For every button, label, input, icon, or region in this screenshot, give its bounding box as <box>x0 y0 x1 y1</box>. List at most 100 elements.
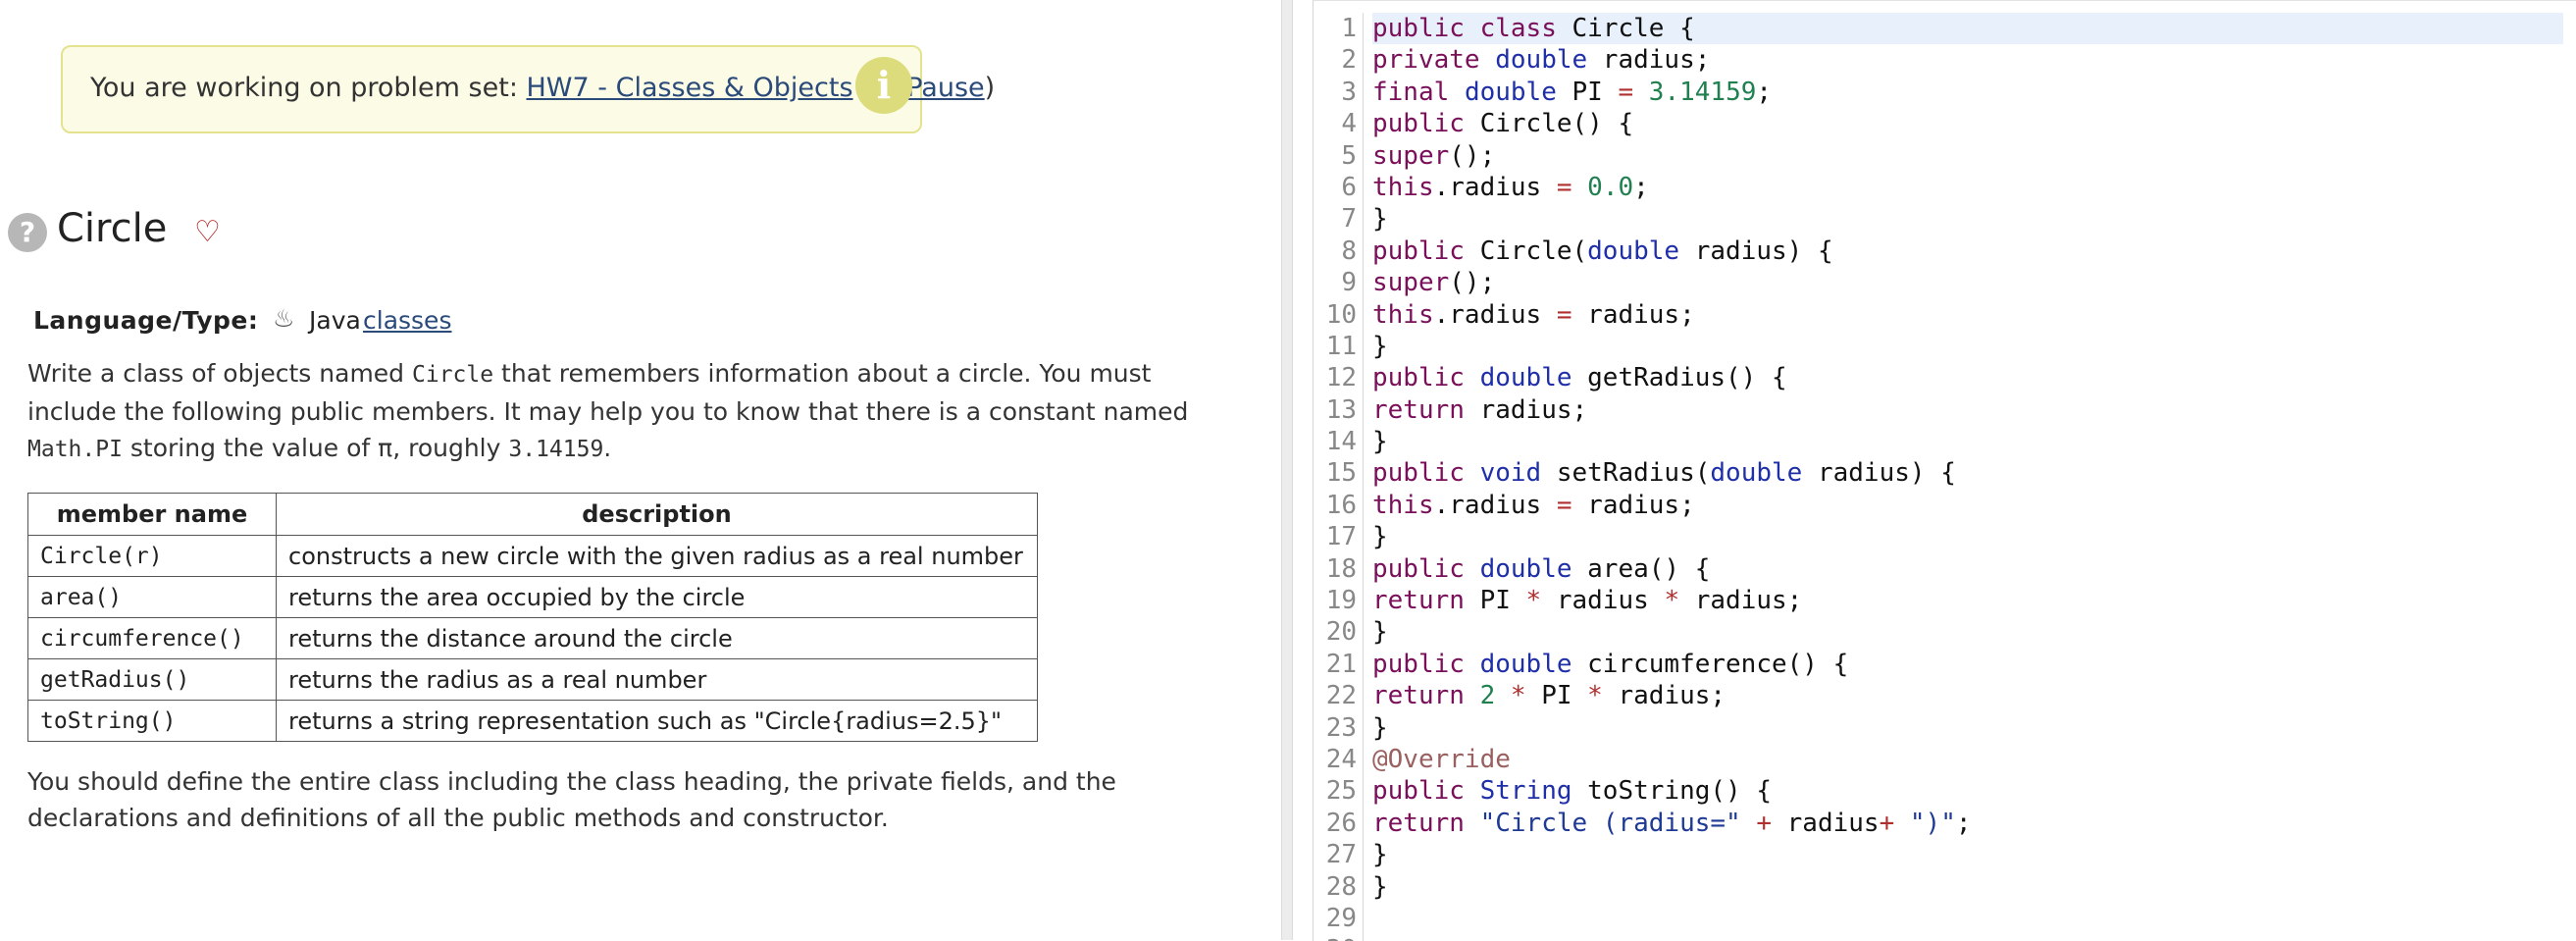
banner-prefix: You are working on problem set: <box>90 73 527 103</box>
intro-text-4: . <box>603 434 612 462</box>
info-icon[interactable]: i <box>855 57 912 114</box>
code-token: = <box>1556 172 1572 202</box>
code-line[interactable]: } <box>1372 712 2576 744</box>
member-name-cell: area() <box>27 576 277 618</box>
code-line[interactable]: this.radius = 0.0; <box>1372 172 2576 203</box>
code-line[interactable]: super(); <box>1372 140 2576 172</box>
code-token: this <box>1372 490 1434 520</box>
code-token: double <box>1479 363 1572 393</box>
code-token: } <box>1372 331 1388 361</box>
code-token: radius; <box>1571 299 1695 330</box>
code-token: (); <box>1449 140 1496 171</box>
code-line[interactable]: } <box>1372 616 2576 648</box>
problem-closing-text: You should define the entire class inclu… <box>27 767 1116 832</box>
member-description-cell: returns the radius as a real number <box>276 658 1038 701</box>
code-line[interactable] <box>1372 903 2576 934</box>
line-number: 14 <box>1325 427 1357 457</box>
code-token: return <box>1372 394 1465 425</box>
code-line[interactable]: } <box>1372 871 2576 903</box>
line-number: 28 <box>1325 871 1357 902</box>
column-header-description: description <box>276 493 1038 536</box>
code-token: = <box>1618 77 1634 107</box>
code-editor[interactable]: 1 2 3 4 5 6 7 8 9 10 11 12 13 14 15 16 17 18 19 20 21 22 23 24 2… <box>1313 0 2576 941</box>
code-line[interactable]: public Circle(double radius) { <box>1372 235 2576 267</box>
code-line[interactable]: public Circle() { <box>1372 108 2576 139</box>
problem-set-banner: You are working on problem set: HW7 - Cl… <box>61 45 995 133</box>
intro-text-1: Write a class of objects named <box>27 359 412 388</box>
page-title: Circle <box>57 206 168 251</box>
line-number: 13 <box>1325 394 1357 425</box>
code-token: radius; <box>1464 394 1588 425</box>
code-token: radius; <box>1679 586 1803 616</box>
code-token: public <box>1372 776 1465 807</box>
code-token: final <box>1372 77 1450 107</box>
code-line[interactable]: private double radius; <box>1372 44 2576 76</box>
line-number: 5 <box>1341 140 1357 171</box>
code-line[interactable]: return "Circle (radius=" + radius+ ")"; <box>1372 808 2576 839</box>
line-number: 23 <box>1325 712 1357 743</box>
code-line[interactable]: public void setRadius(double radius) { <box>1372 457 2576 489</box>
member-description-cell: constructs a new circle with the given r… <box>276 535 1038 577</box>
code-token: * <box>1664 586 1680 616</box>
code-token: } <box>1372 427 1388 457</box>
code-token: + <box>1879 808 1895 838</box>
pane-splitter-handle[interactable] <box>1281 0 1293 940</box>
line-number: 29 <box>1325 903 1357 933</box>
code-token: ; <box>1633 172 1649 202</box>
type-link-classes[interactable]: classes <box>363 306 451 335</box>
code-line[interactable]: final double PI = 3.14159; <box>1372 77 2576 108</box>
code-line[interactable]: return radius; <box>1372 394 2576 426</box>
line-number: 8 <box>1341 235 1357 266</box>
help-icon[interactable]: ? <box>8 213 47 252</box>
code-line[interactable]: public class Circle { <box>1372 13 2563 45</box>
member-description-cell: returns a string representation such as … <box>276 700 1038 742</box>
line-number: 24 <box>1325 744 1357 774</box>
code-token: .radius <box>1433 490 1557 520</box>
code-line[interactable]: this.radius = radius; <box>1372 299 2576 331</box>
code-line[interactable]: public double getRadius() { <box>1372 362 2576 393</box>
code-line[interactable]: return 2 * PI * radius; <box>1372 680 2576 711</box>
code-token: * <box>1587 681 1603 711</box>
line-number: 11 <box>1325 331 1357 361</box>
code-line[interactable]: } <box>1372 426 2576 457</box>
code-line[interactable]: } <box>1372 521 2576 552</box>
code-line[interactable]: } <box>1372 331 2576 362</box>
code-token: radius <box>1541 586 1665 616</box>
code-token: this <box>1372 172 1434 202</box>
code-line[interactable]: @Override <box>1372 744 2576 775</box>
code-line[interactable]: public String toString() { <box>1372 775 2576 807</box>
code-line[interactable]: } <box>1372 839 2576 870</box>
code-area[interactable]: public class Circle {private double radi… <box>1372 13 2576 941</box>
code-line[interactable]: return PI * radius * radius; <box>1372 585 2576 616</box>
code-token: 3.14159 <box>1648 77 1757 107</box>
code-line[interactable]: } <box>1372 203 2576 235</box>
code-token: private <box>1372 45 1480 76</box>
line-number: 22 <box>1325 681 1357 711</box>
code-token: ; <box>1955 808 1972 838</box>
code-token: this <box>1372 299 1434 330</box>
code-token: Circle { <box>1556 14 1695 43</box>
code-token: public <box>1372 14 1465 43</box>
code-line[interactable]: super(); <box>1372 267 2576 298</box>
code-token: public <box>1372 235 1465 266</box>
problem-set-link[interactable]: HW7 - Classes & Objects <box>527 73 853 103</box>
code-token: } <box>1372 871 1388 902</box>
line-number: 6 <box>1341 172 1357 202</box>
code-token: + <box>1756 808 1772 838</box>
code-line[interactable]: public double circumference() { <box>1372 649 2576 680</box>
favorite-heart-icon[interactable]: ♡ <box>194 218 221 247</box>
code-token: } <box>1372 840 1388 870</box>
line-number: 2 <box>1341 45 1357 76</box>
code-line[interactable]: this.radius = radius; <box>1372 490 2576 521</box>
member-name-cell: Circle(r) <box>27 535 277 577</box>
code-token: radius; <box>1602 681 1726 711</box>
code-token: public <box>1372 109 1465 139</box>
code-line[interactable]: public double area() { <box>1372 553 2576 585</box>
language-type-label: Language/Type: <box>33 306 259 335</box>
code-token: super <box>1372 268 1450 298</box>
code-token: class <box>1479 14 1557 43</box>
code-token: return <box>1372 681 1465 711</box>
